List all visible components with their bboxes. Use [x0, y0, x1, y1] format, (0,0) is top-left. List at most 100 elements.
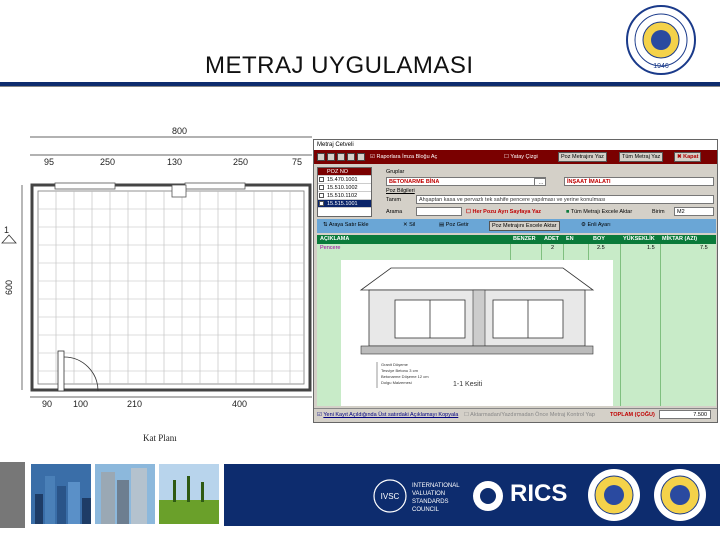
dim-total-top: 800 [172, 126, 187, 136]
ivsc-text: INTERNATIONAL VALUATION STANDARDS COUNCI… [412, 482, 460, 514]
cell-miktar[interactable]: 7.5 [700, 244, 708, 252]
poz-getir-label: Poz Getir [445, 222, 469, 228]
gruplar-field[interactable]: BETONARME BİNA [386, 177, 546, 186]
aktarmadan-label: Aktarmadan/Yazdırmadan Önce Metraj Kontr… [470, 412, 595, 418]
buildings-photo [95, 464, 155, 524]
first-record-button[interactable] [317, 153, 325, 161]
section-drawing: Granit Döşeme Tesviye Betonu 3 cm Betona… [341, 260, 613, 406]
poz-metrajini-yaz-button[interactable]: Poz Metrajını Yaz [558, 152, 607, 162]
dim-side: 600 [4, 280, 14, 295]
birim-label: Birim [652, 209, 665, 215]
tum-metraj-excel-button[interactable]: ■ Tüm Metrajı Excele Aktar [566, 209, 632, 215]
checkbox-icon[interactable] [319, 201, 324, 206]
sil-button[interactable]: ✕ Sil [401, 221, 417, 231]
col-miktar: MİKTAR (AZI) [662, 236, 698, 242]
dim-top-1: 95 [44, 157, 54, 167]
cell-yukseklik[interactable]: 1.5 [647, 244, 655, 252]
grid-toolbar: ⇅ Araya Satır Ekle ✕ Sil ▤ Poz Getir Poz… [317, 219, 716, 233]
partner-logos-strip: IVSC INTERNATIONAL VALUATION STANDARDS C… [224, 464, 720, 526]
checkbox-icon[interactable] [319, 185, 324, 190]
ankara-university-logo-small [654, 469, 706, 521]
cell-adet[interactable]: 2 [551, 244, 554, 252]
section-caption: 1-1 Kesiti [453, 381, 483, 388]
dim-bottom-1: 90 [42, 399, 52, 409]
her-pozu-checkbox[interactable]: ☐ Her Pozu Ayrı Sayfaya Yaz [466, 209, 541, 215]
checkbox-icon[interactable] [319, 177, 324, 182]
dim-top-3: 130 [167, 157, 182, 167]
kapat-button[interactable]: ✖ Kapat [674, 152, 702, 162]
rics-lion-icon [473, 481, 503, 511]
checkbox-icon[interactable] [319, 193, 324, 198]
ivsc-logo: IVSC [373, 479, 407, 513]
poz-list-item-label: 15.510.1102 [327, 193, 358, 199]
enli-ayari-button[interactable]: ⚙ Enli Ayarı [579, 221, 613, 231]
her-pozu-label: Her Pozu Ayrı Sayfaya Yaz [472, 209, 542, 215]
poz-metrajini-excel-button[interactable]: Poz Metrajını Excele Aktar [489, 221, 560, 231]
plan-caption: Kat Planı [143, 433, 177, 443]
window-toolbar: ☑ Raporlara İmza Bloğu Aç ☐ Yatay Çizgi … [314, 150, 717, 164]
insaat-field[interactable]: İNŞAAT İMALATI [564, 177, 714, 186]
city-skyline-photo [31, 464, 91, 524]
settings-icon: ⚙ [581, 222, 586, 228]
ankara-university-logo: 1946 [626, 5, 696, 75]
cell-boy[interactable]: 2.5 [597, 244, 605, 252]
col-yukseklik: YÜKSEKLİK [623, 236, 655, 242]
poz-list: POZ NO 15.470.1001 15.510.1002 15.510.11… [317, 167, 372, 217]
araya-satir-ekle-button[interactable]: ⇅ Araya Satır Ekle [321, 221, 371, 231]
imza-blogu-checkbox[interactable]: ☑ Raporlara İmza Bloğu Aç [370, 152, 437, 162]
toplam-field: 7.500 [659, 410, 711, 419]
poz-list-item[interactable]: 15.470.1001 [318, 176, 371, 184]
last-record-button[interactable] [347, 153, 355, 161]
poz-bilgileri-label: Poz Bilgileri [386, 188, 415, 194]
kapat-label: Kapat [683, 154, 699, 160]
poz-list-item-label: 15.510.1002 [327, 185, 358, 191]
poz-getir-button[interactable]: ▤ Poz Getir [437, 221, 471, 231]
col-aciklama: AÇIKLAMA [320, 236, 350, 242]
poz-list-item-selected[interactable]: 15.515.1001 [318, 200, 371, 208]
ivsc-mark: IVSC [381, 492, 400, 501]
window-title: Metraj Cetveli [314, 140, 717, 150]
next-record-button[interactable] [337, 153, 345, 161]
col-boy: BOY [593, 236, 605, 242]
col-benzer: BENZER [513, 236, 536, 242]
legend-item: Granit Döşeme [381, 362, 409, 367]
ivsc-line: VALUATION [412, 491, 446, 497]
toplam-label: TOPLAM (ÇOĞU) [610, 412, 655, 418]
cell-aciklama[interactable]: Pencere [320, 244, 341, 252]
window-footer: ☑ Yeni Kayıt Açıldığında Üst satırdaki A… [314, 408, 717, 422]
university-seal-logo [588, 469, 640, 521]
sil-label: Sil [409, 222, 416, 228]
legend-item: Dolgu Malzemesi [381, 380, 412, 385]
close-icon: ✖ [677, 154, 682, 160]
dim-bottom-2: 100 [73, 399, 88, 409]
gruplar-browse-button[interactable]: ... [534, 178, 546, 186]
floor-plan: 800 95 250 130 250 75 600 1 90 100 210 4… [1, 126, 312, 409]
gruplar-label: Gruplar [386, 169, 405, 175]
table-row[interactable]: Pencere 2 2.5 1.5 7.5 [317, 244, 716, 252]
enli-ayari-label: Enli Ayarı [587, 222, 611, 228]
tanim-field[interactable]: Ahşaptan kasa ve pervazlı tek sahife pen… [416, 195, 714, 204]
poz-list-item-label: 15.470.1001 [327, 177, 358, 183]
metraj-window: Metraj Cetveli ☑ Raporlara İmza Bloğu Aç… [313, 139, 718, 423]
dim-bottom-4: 400 [232, 399, 247, 409]
dim-top-2: 250 [100, 157, 115, 167]
countryside-photo [159, 464, 219, 524]
aktarmadan-checkbox[interactable]: ☐ Aktarmadan/Yazdırmadan Önce Metraj Kon… [464, 412, 595, 418]
prev-record-button[interactable] [327, 153, 335, 161]
arama-label: Arama [386, 209, 403, 215]
document-icon: ▤ [439, 222, 445, 228]
yeni-kayit-checkbox[interactable]: ☑ Yeni Kayıt Açıldığında Üst satırdaki A… [317, 412, 458, 418]
bottom-banner: IVSC INTERNATIONAL VALUATION STANDARDS C… [0, 462, 720, 528]
arama-input[interactable] [416, 207, 462, 216]
tanim-label: Tanım [386, 197, 401, 203]
excel-icon: ■ [566, 209, 570, 215]
tum-metraj-excel-label: Tüm Metrajı Excele Aktar [570, 209, 633, 215]
add-record-button[interactable] [357, 153, 365, 161]
poz-list-item[interactable]: 15.510.1102 [318, 192, 371, 200]
poz-list-header: POZ NO [318, 168, 371, 176]
yatay-cizgi-checkbox[interactable]: ☐ Yatay Çizgi [504, 152, 538, 162]
tum-metraj-yaz-button[interactable]: Tüm Metraj Yaz [619, 152, 664, 162]
birim-field[interactable]: M2 [674, 207, 714, 216]
legend-item: Betonarme Döşeme 12 cm [381, 374, 429, 379]
poz-list-item[interactable]: 15.510.1002 [318, 184, 371, 192]
